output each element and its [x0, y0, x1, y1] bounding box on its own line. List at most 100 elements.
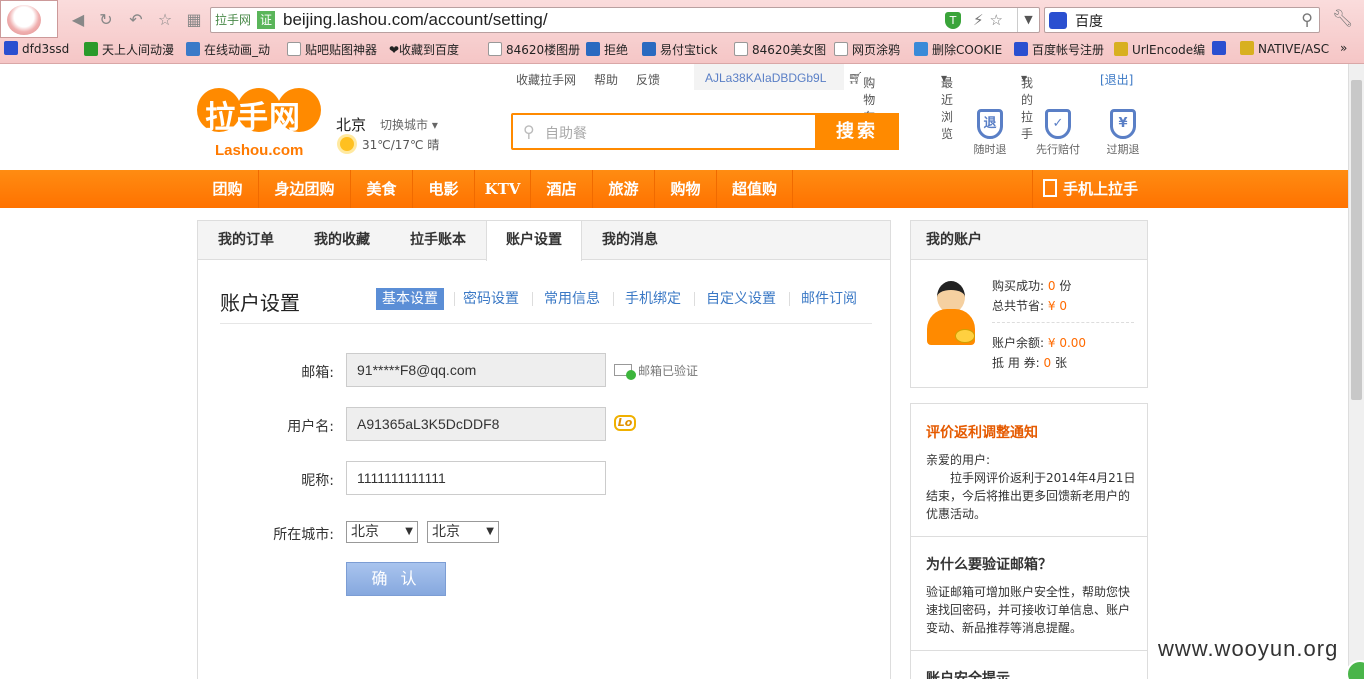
province-select[interactable]: 北京 ▼	[346, 521, 418, 543]
account-panel: 我的订单 我的收藏 拉手账本 账户设置 我的消息 账户设置 基本设置 密码设置 …	[197, 220, 891, 679]
logout-link[interactable]: [退出]	[1100, 71, 1133, 88]
grid-icon[interactable]: ▦	[184, 10, 204, 30]
back-icon[interactable]: ◀	[68, 10, 88, 30]
shield-icon: ✓	[1045, 109, 1071, 139]
reload-icon[interactable]: ↻	[96, 10, 116, 30]
nav-item[interactable]: 团购	[197, 170, 259, 208]
bookmark[interactable]: 贴吧贴图神器	[287, 41, 377, 58]
subnav-info[interactable]: 常用信息	[544, 288, 600, 310]
lightning-star-icons[interactable]: ⚡☆	[973, 11, 1009, 29]
bookmark[interactable]: 在线动画_动	[186, 41, 270, 58]
bookmark[interactable]: ❤收藏到百度	[389, 41, 459, 58]
page-title: 账户设置	[220, 291, 300, 315]
search-button[interactable]: 搜索	[815, 113, 899, 150]
nav-item[interactable]: KTV	[475, 170, 531, 208]
shield-icon: 退	[977, 109, 1003, 139]
site-search: ⚲ 自助餐 搜索	[511, 113, 899, 150]
switch-city-link[interactable]: 切换城市 ▾	[380, 116, 438, 133]
email-label: 邮箱:	[301, 365, 334, 381]
my-account-box: 我的账户 购买成功: 0 份 总共节省: ¥ 0 账户余额: ¥ 0.00 抵 …	[910, 220, 1148, 388]
nav-item[interactable]: 电影	[413, 170, 475, 208]
stat-balance: 账户余额: ¥ 0.00	[992, 336, 1087, 350]
bookmark[interactable]: 天上人间动漫	[84, 41, 174, 58]
nav-item[interactable]: 购物	[655, 170, 717, 208]
email-verified: 邮箱已验证	[614, 362, 698, 380]
watermark: www.wooyun.org	[1158, 636, 1339, 661]
account-tabs: 我的订单 我的收藏 拉手账本 账户设置 我的消息	[198, 221, 890, 261]
bookmark[interactable]: 网页涂鸦	[834, 41, 900, 58]
help-link[interactable]: 帮助	[594, 71, 618, 88]
bookmark[interactable]: 删除COOKIE	[914, 41, 1002, 58]
guarantee-expired-refund[interactable]: ¥ 过期退	[1103, 109, 1143, 157]
feedback-link[interactable]: 反馈	[636, 71, 660, 88]
nav-item[interactable]: 身边团购	[259, 170, 351, 208]
chevron-down-icon[interactable]: ▼	[1017, 8, 1039, 32]
tab-settings[interactable]: 账户设置	[486, 221, 582, 261]
nav-item[interactable]: 旅游	[593, 170, 655, 208]
bookmark[interactable]: 百度帐号注册	[1014, 41, 1104, 58]
why-verify-title: 为什么要验证邮箱？	[926, 557, 1052, 573]
subnav-basic[interactable]: 基本设置	[376, 288, 444, 310]
bookmark[interactable]: UrlEncode编	[1114, 41, 1205, 58]
user-avatar	[923, 279, 979, 355]
confirm-button[interactable]: 确 认	[346, 562, 446, 596]
favorite-link[interactable]: 收藏拉手网	[516, 71, 576, 88]
browser-search[interactable]: 百度 ⚲	[1044, 7, 1320, 33]
shield-icon[interactable]: T	[945, 12, 961, 29]
more-bookmarks-icon[interactable]: »	[1340, 41, 1347, 55]
cart-link[interactable]: 🛒︎ 购物车(0)	[848, 71, 880, 139]
weather: 31℃/17℃ 晴	[340, 136, 439, 153]
bookmark[interactable]: dfd3ssd	[4, 41, 69, 56]
browser-toolbar: ◀ ↻ ↶ ☆ ▦ 拉手网 证 beijing.lashou.com/accou…	[0, 0, 1364, 64]
tab-orders[interactable]: 我的订单	[198, 221, 294, 260]
level-badge-icon[interactable]: Lo	[614, 415, 636, 431]
undo-icon[interactable]: ↶	[126, 10, 146, 30]
cert-icon[interactable]: 证	[257, 11, 275, 29]
bookmark[interactable]: 84620美女图	[734, 41, 826, 58]
email-field: 91*****F8@qq.com	[346, 353, 606, 387]
bookmark[interactable]: 84620楼图册	[488, 41, 580, 58]
bookmark[interactable]: NATIVE/ASC	[1240, 41, 1329, 56]
city-label: 所在城市:	[273, 527, 334, 543]
city-select[interactable]: 北京 ▼	[427, 521, 499, 543]
subnav-email-sub[interactable]: 邮件订阅	[801, 288, 857, 310]
bookmark[interactable]: 易付宝tick	[642, 41, 718, 58]
star-icon[interactable]: ☆	[155, 10, 175, 30]
account-box-title: 我的账户	[911, 221, 1147, 260]
bookmarks-bar: dfd3ssd 天上人间动漫 在线动画_动 贴吧贴图神器 ❤收藏到百度 8462…	[0, 38, 1364, 62]
top-links: 收藏拉手网 帮助 反馈 AJLa38KAIaDBDGb9L 🛒︎ 购物车(0) …	[505, 68, 1148, 141]
search-icon[interactable]: ⚲	[1301, 10, 1313, 29]
page-scrollbar[interactable]	[1348, 64, 1364, 679]
subnav-custom[interactable]: 自定义设置	[706, 288, 776, 310]
notice-title[interactable]: 评价返利调整通知	[926, 422, 1038, 442]
tab-ledger[interactable]: 拉手账本	[390, 221, 486, 260]
tab-messages[interactable]: 我的消息	[582, 221, 678, 260]
search-input[interactable]: 自助餐	[545, 123, 587, 143]
stat-coupons: 抵 用 券: 0 张	[992, 356, 1067, 370]
subnav-password[interactable]: 密码设置	[463, 288, 519, 310]
nickname-field[interactable]: 1111111111111	[346, 461, 606, 495]
my-lashou-link[interactable]: 我的拉手 ▾	[1021, 71, 1033, 141]
notice-box: 评价返利调整通知 亲爱的用户: 拉手网评价返利于2014年4月21日结束，今后将…	[910, 403, 1148, 679]
address-bar[interactable]: 拉手网 证 beijing.lashou.com/account/setting…	[210, 7, 1040, 33]
why-verify-body: 验证邮箱可增加账户安全性，帮助您快速找回密码，并可接收订单信息、账户变动、新品推…	[926, 585, 1131, 635]
guarantee-prepay[interactable]: ✓ 先行赔付	[1036, 109, 1080, 157]
user-code[interactable]: AJLa38KAIaDBDGb9L	[705, 71, 826, 85]
nav-item[interactable]: 超值购	[717, 170, 793, 208]
username-label: 用户名:	[287, 419, 334, 435]
profile-avatar[interactable]	[0, 0, 58, 38]
recent-link[interactable]: 最近浏览 ▾	[941, 71, 953, 141]
url-text[interactable]: beijing.lashou.com/account/setting/	[283, 10, 548, 30]
tab-favorites[interactable]: 我的收藏	[294, 221, 390, 260]
stat-savings: 总共节省: ¥ 0	[992, 299, 1067, 313]
main-nav: 团购 身边团购 美食 电影 KTV 酒店 旅游 购物 超值购 手机上拉手	[0, 170, 1348, 208]
bookmark[interactable]: 拒绝	[586, 41, 628, 58]
subnav-phone[interactable]: 手机绑定	[625, 288, 681, 310]
mobile-app-link[interactable]: 手机上拉手	[1032, 170, 1148, 208]
bookmark[interactable]	[1212, 41, 1230, 56]
nav-item[interactable]: 美食	[351, 170, 413, 208]
wrench-icon[interactable]: 🔧︎	[1332, 9, 1354, 29]
guarantee-refund-anytime[interactable]: 退随时退	[970, 109, 1010, 157]
nav-item[interactable]: 酒店	[531, 170, 593, 208]
lashou-logo[interactable]: 拉手网 Lashou.com	[197, 88, 327, 160]
